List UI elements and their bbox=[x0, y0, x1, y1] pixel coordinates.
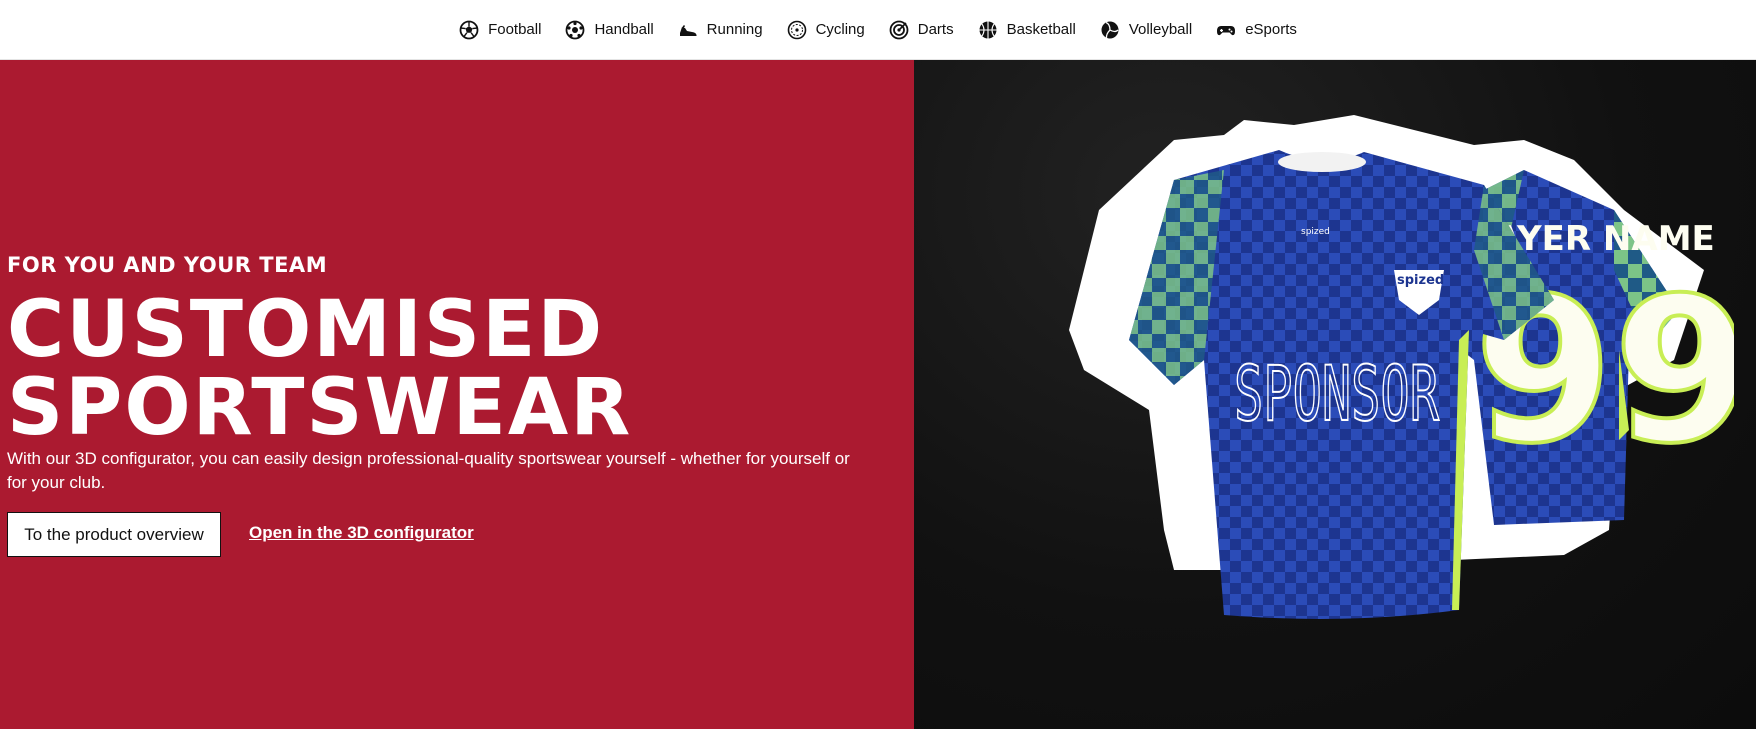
handball-icon bbox=[566, 20, 585, 39]
sport-category-nav: Football Handball Running Cycling Darts … bbox=[447, 20, 1309, 40]
nav-item-label: Running bbox=[706, 21, 763, 38]
nav-item-volleyball[interactable]: Volleyball bbox=[1100, 20, 1192, 40]
hero-description: With our 3D configurator, you can easily… bbox=[7, 449, 850, 492]
hero-headline: CUSTOMISED SPORTSWEAR bbox=[7, 291, 632, 447]
nav-item-label: Handball bbox=[594, 21, 654, 38]
nav-item-esports[interactable]: eSports bbox=[1216, 20, 1297, 40]
nav-item-label: Darts bbox=[917, 21, 954, 38]
nav-item-label: Basketball bbox=[1006, 21, 1076, 38]
front-brand-logo: spized bbox=[1301, 227, 1330, 237]
back-player-name: AYER NAME bbox=[1494, 219, 1715, 259]
front-crest: spized bbox=[1397, 273, 1444, 288]
product-overview-button[interactable]: To the product overview bbox=[7, 512, 221, 557]
nav-item-basketball[interactable]: Basketball bbox=[978, 20, 1076, 40]
nav-item-handball[interactable]: Handball bbox=[565, 20, 654, 40]
hero-eyebrow: FOR YOU AND YOUR TEAM bbox=[7, 253, 328, 277]
headline-line-2: SPORTSWEAR bbox=[7, 363, 633, 453]
hero-image-panel: AYER NAME 99 spized spized SPONSOR bbox=[914, 60, 1756, 729]
gamepad-icon bbox=[1217, 25, 1236, 35]
nav-item-running[interactable]: Running bbox=[678, 20, 763, 40]
cycling-wheel-icon bbox=[787, 20, 806, 39]
top-navigation: Football Handball Running Cycling Darts … bbox=[0, 0, 1756, 60]
darts-target-icon bbox=[889, 20, 909, 39]
open-3d-configurator-link[interactable]: Open in the 3D configurator bbox=[249, 523, 474, 543]
basketball-icon bbox=[979, 21, 997, 38]
headline-line-1: CUSTOMISED bbox=[7, 285, 605, 375]
volleyball-icon bbox=[1101, 21, 1119, 38]
hero-section: FOR YOU AND YOUR TEAM CUSTOMISED SPORTSW… bbox=[0, 60, 1756, 729]
hero-text-panel: FOR YOU AND YOUR TEAM CUSTOMISED SPORTSW… bbox=[0, 60, 914, 729]
nav-item-darts[interactable]: Darts bbox=[889, 20, 954, 40]
jersey-product-image: AYER NAME 99 spized spized SPONSOR bbox=[1069, 115, 1734, 619]
nav-item-cycling[interactable]: Cycling bbox=[787, 20, 865, 40]
nav-item-label: Volleyball bbox=[1128, 21, 1193, 38]
nav-item-label: Football bbox=[488, 21, 542, 38]
nav-item-label: eSports bbox=[1245, 21, 1297, 38]
nav-item-football[interactable]: Football bbox=[459, 20, 541, 40]
nav-item-label: Cycling bbox=[815, 21, 865, 38]
football-icon bbox=[459, 20, 479, 39]
running-shoe-icon bbox=[679, 24, 697, 36]
front-sponsor-text: SPONSOR bbox=[1234, 349, 1439, 438]
